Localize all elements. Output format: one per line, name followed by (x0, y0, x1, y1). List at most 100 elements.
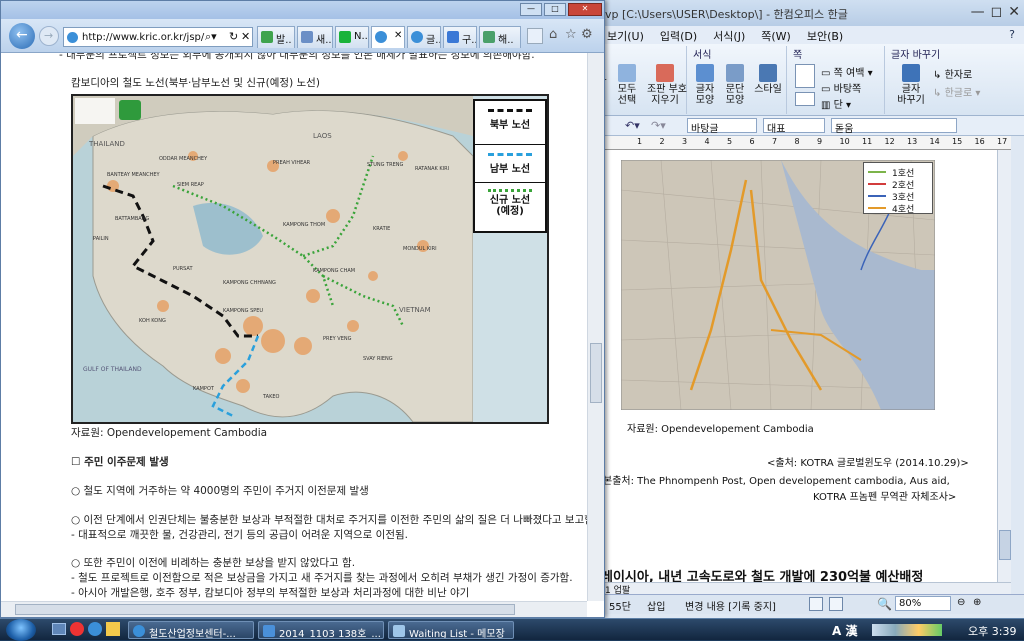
taskbar: 철도산업정보센터-... 2014_1103 138호_... Waiting … (0, 618, 1024, 641)
tray-icons[interactable] (872, 624, 942, 636)
taskbar-notepad-window[interactable]: Waiting List - 메모장 (388, 621, 514, 639)
map-label-province: BATTAMBANG (115, 216, 150, 222)
tab-1[interactable]: 발.. (257, 26, 295, 48)
background-page-button[interactable]: ▭ 바탕쪽 (821, 80, 861, 95)
tab-6[interactable]: 구.. (443, 26, 477, 48)
ie-vertical-scrollbar[interactable] (587, 53, 604, 601)
refresh-icon[interactable]: ↻ (229, 30, 239, 43)
show-desktop-icon[interactable] (52, 623, 66, 635)
to-hangul-label: 한글로 (944, 88, 973, 99)
maximize-icon[interactable]: ◻ (991, 4, 1003, 20)
menu-security[interactable]: 보안(B) (801, 26, 853, 44)
minimize-icon[interactable]: — (520, 3, 542, 16)
map-label-province: RATANAK KIRI (415, 166, 450, 172)
new-tab-icon[interactable] (527, 28, 543, 44)
back-button[interactable]: ← (9, 23, 35, 49)
chrome-icon[interactable] (70, 622, 84, 636)
para-shape-button[interactable]: 문단 모양 (723, 64, 747, 106)
ie-window: — □ ✕ ← → http://www.kric.or.kr/jsp/i ⌕▾… (0, 0, 605, 618)
tab-7[interactable]: 해.. (479, 26, 521, 48)
ie-icon[interactable] (88, 622, 102, 636)
taskbar-hwp-window[interactable]: 2014_1103 138호_... (258, 621, 384, 639)
undo-icon[interactable]: ↶▾ (625, 119, 640, 132)
status-insert-mode[interactable]: 삽입 (647, 598, 665, 613)
start-button[interactable] (6, 619, 36, 641)
menu-insert[interactable]: 입력(D) (654, 26, 707, 44)
map-label-province: KAMPONG SPEU (223, 308, 264, 314)
favorites-star-icon[interactable]: ☆ (565, 27, 577, 42)
hangul-status-bar: 55단 삽입 변경 내용 [기록 중지] 🔍 80% ⊖ ⊕ (601, 594, 1024, 614)
forward-button[interactable]: → (39, 26, 59, 46)
hangul-title-bar[interactable]: vp [C:\Users\USER\Desktop\] - 한컴오피스 한글 (601, 0, 1024, 26)
char-shape-label: 글자 모양 (695, 84, 715, 106)
stop-icon[interactable]: ✕ (241, 30, 251, 43)
page2-icon[interactable] (795, 92, 815, 106)
hangul-document-area[interactable]: 1호선 2호선 3호선 4호선 자료원: Opendevelopement Ca… (601, 150, 997, 585)
legend-south-swatch (488, 153, 532, 156)
map-label-province: KOH KONG (139, 318, 166, 324)
clock[interactable]: 오후 3:39 (968, 623, 1016, 639)
search-icon[interactable]: ⌕▾ (205, 30, 217, 44)
metro-legend: 1호선 2호선 3호선 4호선 (863, 162, 933, 215)
zoom-combo[interactable]: 80% (895, 596, 951, 611)
help-icon[interactable]: ? (1003, 26, 1024, 44)
para-shape-icon (726, 64, 744, 82)
ie-horizontal-scrollbar[interactable] (1, 601, 587, 617)
style-combo[interactable]: 바탕글 (687, 118, 757, 135)
style-button[interactable]: 스타일 (753, 64, 783, 95)
legend-swatch-2 (868, 183, 886, 185)
hangul-scroll-thumb[interactable] (999, 530, 1011, 560)
maximize-icon[interactable]: □ (544, 3, 566, 16)
tab-close-icon[interactable]: ✕ (394, 30, 402, 41)
gear-icon[interactable]: ⚙ (581, 27, 593, 42)
hangul-vertical-scrollbar[interactable] (997, 150, 1011, 582)
ruler-tick: 11 (862, 137, 873, 146)
status-track-changes[interactable]: 변경 내용 [기록 중지] (685, 598, 776, 613)
page-icon[interactable] (795, 64, 815, 88)
address-bar[interactable]: http://www.kric.or.kr/jsp/i (63, 27, 253, 47)
horizontal-ruler[interactable]: 1 2 3 4 5 6 7 8 9 10 11 12 13 14 15 16 17 (601, 136, 1011, 150)
hangul-menu-bar: 보기(U) 입력(D) 서식(J) 쪽(W) 보안(B) ? (601, 26, 1024, 44)
ie-page-content: - 대부분의 프로젝트 정보는 외부에 공개되지 않아 대부분의 정보를 언론 … (1, 53, 587, 601)
column-button[interactable]: ▥ 단 ▾ (821, 96, 851, 111)
zoom-in-icon[interactable]: ⊕ (973, 597, 981, 608)
char-shape-button[interactable]: 글자 모양 (693, 64, 717, 106)
taskbar-ie-window[interactable]: 철도산업정보센터-... (128, 621, 254, 639)
menu-format[interactable]: 서식(J) (707, 26, 755, 44)
page-margin-button[interactable]: ▭ 쪽 여백 ▾ (821, 64, 873, 79)
zoom-value: 80% (899, 598, 922, 609)
zoom-icon[interactable]: 🔍 (877, 597, 892, 611)
close-icon[interactable]: ✕ (568, 3, 602, 16)
view-mode2-icon[interactable] (829, 597, 843, 611)
background-page-label: 바탕쪽 (833, 84, 862, 95)
back-arrow-icon: ← (16, 27, 28, 43)
view-mode-icon[interactable] (809, 597, 823, 611)
ime-indicator[interactable]: A 漢 (832, 622, 857, 639)
close-icon[interactable]: ✕ (1008, 4, 1020, 20)
zoom-out-icon[interactable]: ⊖ (957, 597, 965, 608)
home-icon[interactable]: ⌂ (549, 27, 557, 42)
menu-view[interactable]: 보기(U) (601, 26, 654, 44)
lang-combo[interactable]: 대표 (763, 118, 825, 135)
ie-scroll-thumb[interactable] (590, 343, 602, 403)
folder-icon[interactable] (106, 622, 120, 636)
paragraph-1: ○ 철도 지역에 거주하는 약 4000명의 주민이 주거지 이전문제 발생 (71, 485, 369, 497)
legend-south-label: 남부 노선 (489, 164, 531, 175)
to-hanja-button[interactable]: ↳ 한자로 (933, 66, 972, 81)
menu-page[interactable]: 쪽(W) (755, 26, 801, 44)
font-combo[interactable]: 돋움 (831, 118, 957, 135)
ie-title-bar[interactable]: — □ ✕ (1, 1, 604, 19)
char-change-button[interactable]: 글자 바꾸기 (895, 64, 927, 106)
tab-2[interactable]: 새.. (297, 26, 333, 48)
ie-hscroll-thumb[interactable] (15, 604, 515, 615)
page-margin-label: 쪽 여백 (833, 68, 865, 79)
tab-3[interactable]: N.. (335, 26, 369, 48)
redo-icon[interactable]: ↷▾ (651, 119, 666, 132)
tab-active[interactable]: ✕ (371, 26, 405, 48)
ribbon-group-format: 서식 글자 모양 문단 모양 스타일 (689, 46, 787, 114)
minimize-icon[interactable]: — (971, 4, 985, 20)
tab-5[interactable]: 글.. (407, 26, 441, 48)
to-hangul-button[interactable]: ↳ 한글로 ▾ (933, 84, 980, 99)
delete-markup-button[interactable]: 조판 부호 지우기 (647, 64, 687, 106)
select-all-button[interactable]: 모두 선택 (615, 64, 639, 106)
